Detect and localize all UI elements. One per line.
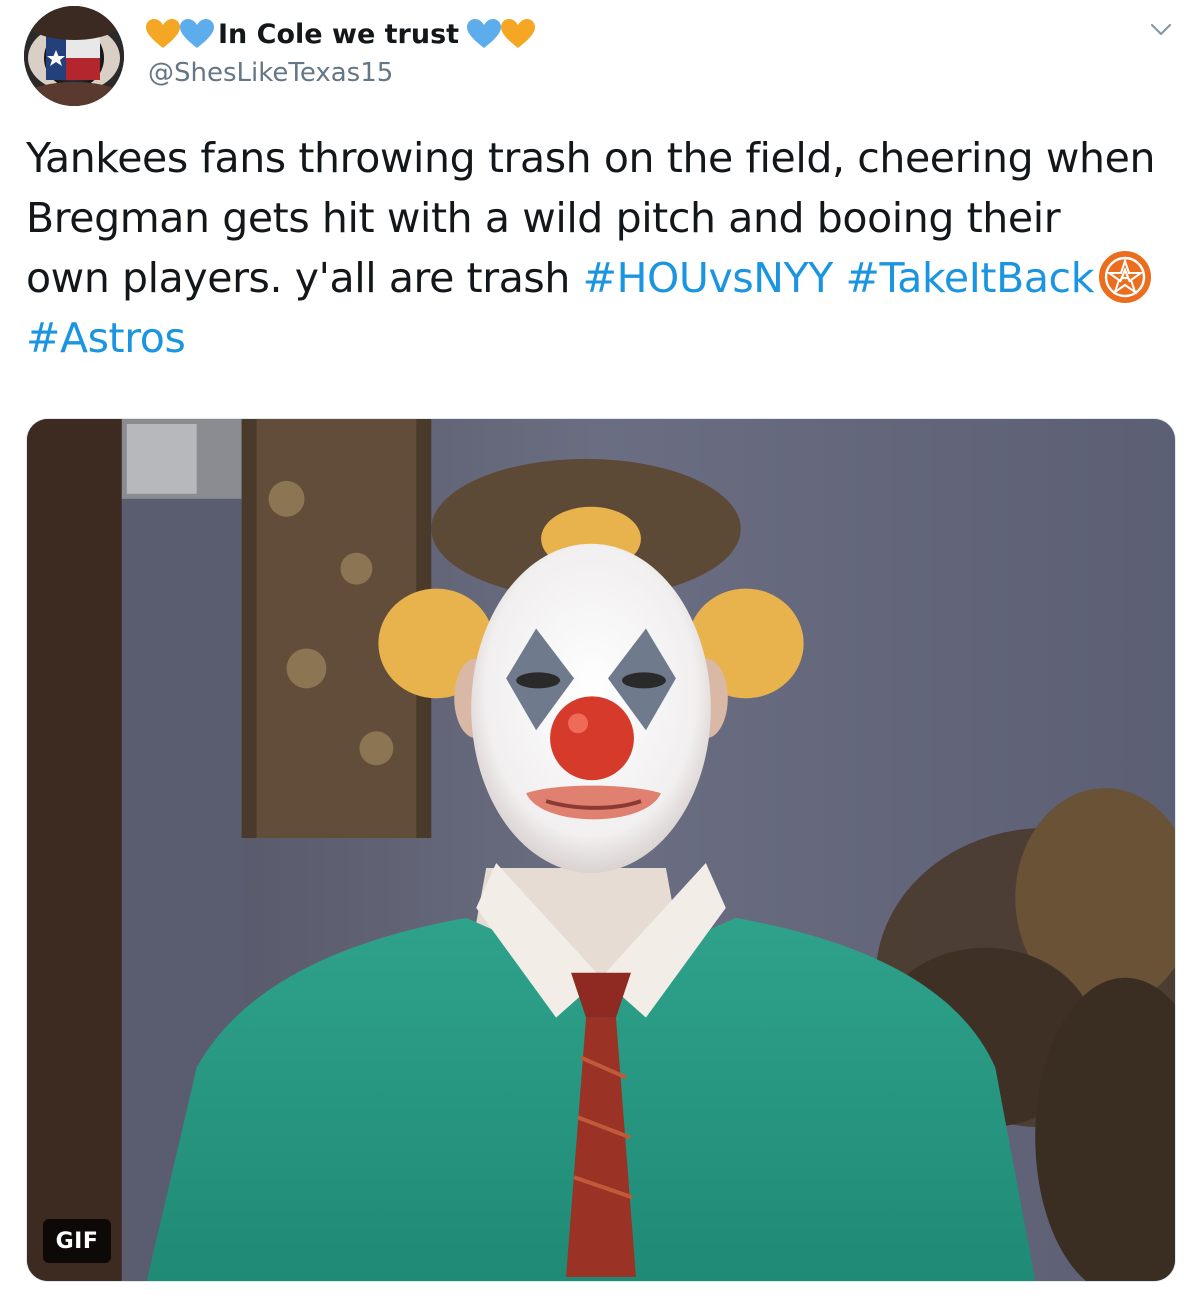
- gif-media[interactable]: GIF: [26, 418, 1176, 1282]
- hashtag-link[interactable]: #Astros: [26, 314, 186, 362]
- blue-heart-icon: [467, 19, 502, 49]
- blue-heart-icon: [180, 19, 214, 49]
- chevron-down-icon[interactable]: [1150, 22, 1172, 38]
- tweet-text-line: own players. y'all are trash #HOUvsNYY #…: [26, 248, 1186, 308]
- hashtag-link[interactable]: #TakeItBack: [846, 254, 1095, 302]
- gif-frame-image: [27, 419, 1175, 1281]
- display-name: In Cole we trust: [218, 18, 460, 50]
- gif-badge: GIF: [43, 1219, 111, 1263]
- tweet-text-segment: own players. y'all are trash: [26, 254, 583, 302]
- tweet-card: In Cole we trust @ShesLikeTexas15 Yankee…: [0, 0, 1200, 1314]
- tweet-text: Yankees fans throwing trash on the field…: [26, 128, 1186, 368]
- tweet-text-line: Yankees fans throwing trash on the field…: [26, 134, 1156, 182]
- avatar-eye-flag-icon: [24, 6, 124, 106]
- orange-heart-icon: [146, 19, 180, 49]
- astros-logo-icon: [1096, 248, 1154, 306]
- user-handle[interactable]: @ShesLikeTexas15: [148, 58, 393, 88]
- orange-heart-icon: [501, 19, 536, 49]
- user-avatar[interactable]: [24, 6, 124, 106]
- hashtag-link[interactable]: #HOUvsNYY: [583, 254, 834, 302]
- display-name-row[interactable]: In Cole we trust: [146, 14, 536, 54]
- tweet-text-line: #Astros: [26, 308, 1186, 368]
- tweet-text-line: Bregman gets hit with a wild pitch and b…: [26, 194, 1061, 242]
